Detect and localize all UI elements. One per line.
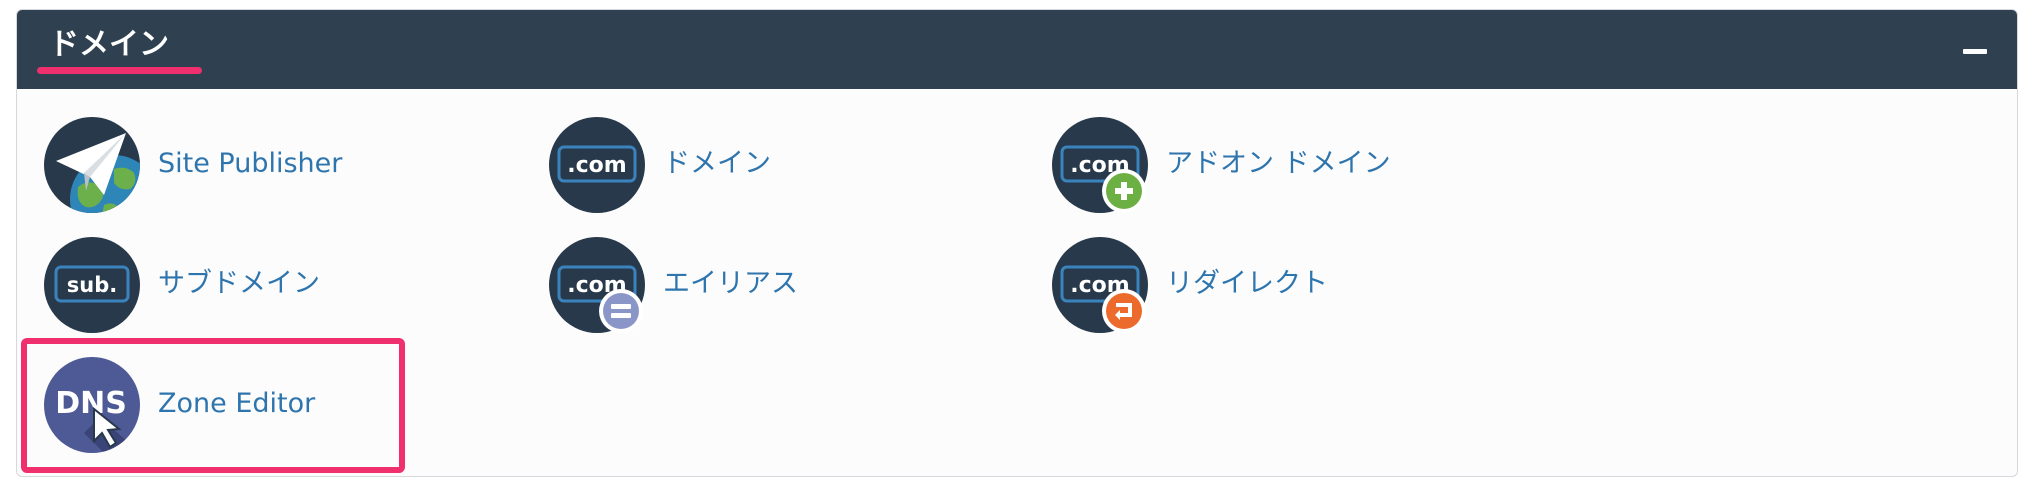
item-label: リダイレクト — [1166, 268, 1328, 299]
svg-text:.com: .com — [567, 153, 626, 178]
item-label: サブドメイン — [158, 268, 320, 299]
dotcom-plus-icon: .com — [1052, 117, 1148, 213]
panel-title: ドメイン — [49, 27, 169, 62]
site-publisher-link[interactable]: Site Publisher — [44, 117, 424, 213]
addon-domains-link[interactable]: .com アドオン ドメイン — [1052, 117, 1472, 213]
svg-text:sub.: sub. — [67, 273, 117, 297]
paper-plane-globe-icon — [44, 117, 140, 213]
panel-header[interactable]: ドメイン — [17, 10, 2017, 89]
minus-icon — [1963, 49, 1987, 54]
dotcom-equals-icon: .com — [549, 237, 645, 333]
item-label: エイリアス — [663, 268, 798, 299]
dotcom-redirect-icon: .com — [1052, 237, 1148, 333]
item-label: ドメイン — [663, 148, 771, 179]
item-label: Site Publisher — [158, 148, 343, 179]
sub-domain-icon: sub. — [44, 237, 140, 333]
domains-link[interactable]: .com ドメイン — [549, 117, 929, 213]
aliases-link[interactable]: .com エイリアス — [549, 237, 929, 333]
redirects-link[interactable]: .com リダイレクト — [1052, 237, 1472, 333]
title-highlight-underline — [37, 67, 202, 74]
zone-editor-highlight — [21, 338, 405, 473]
collapse-button[interactable] — [1963, 44, 1987, 64]
dotcom-icon: .com — [549, 117, 645, 213]
item-label: アドオン ドメイン — [1166, 148, 1391, 179]
subdomains-link[interactable]: sub. サブドメイン — [44, 237, 424, 333]
